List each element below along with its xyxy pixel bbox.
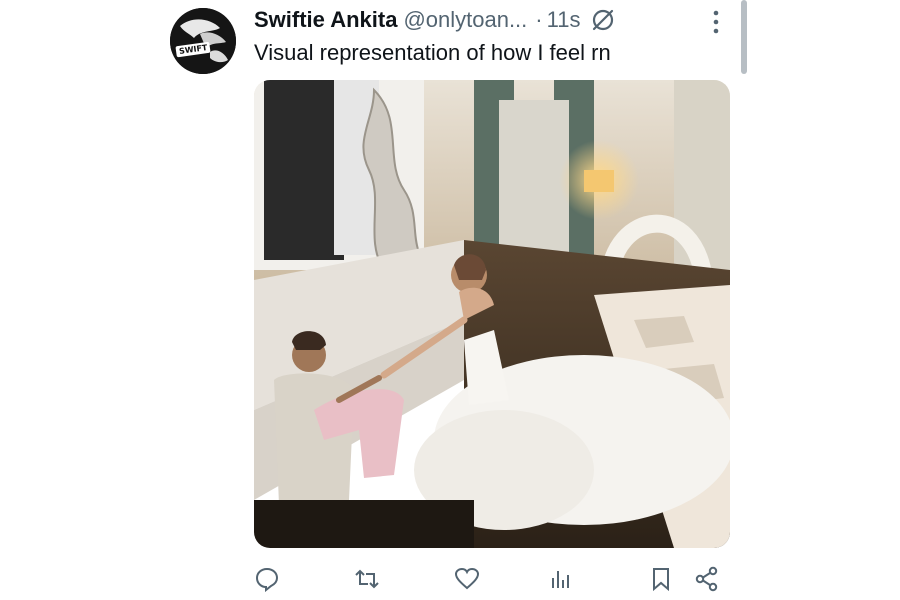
avatar[interactable]: SWIFT (170, 8, 236, 74)
user-handle[interactable]: @onlytoan... (403, 7, 527, 33)
tweet-media-photo[interactable] (254, 80, 730, 548)
bookmark-icon[interactable] (648, 566, 674, 592)
share-icon[interactable] (694, 566, 720, 592)
reply-icon[interactable] (254, 566, 280, 592)
muted-notifications-icon (593, 9, 614, 31)
avatar-image (170, 8, 236, 74)
tweet-header: Swiftie Ankita @onlytoan... · 11s (254, 5, 616, 35)
scrollbar[interactable] (741, 0, 747, 74)
display-name[interactable]: Swiftie Ankita (254, 7, 397, 33)
timestamp[interactable]: 11s (547, 7, 581, 33)
retweet-icon[interactable] (354, 566, 380, 592)
like-icon[interactable] (454, 566, 480, 592)
more-options-icon[interactable] (708, 8, 724, 36)
views-icon[interactable] (548, 566, 574, 592)
tweet-action-bar (0, 560, 900, 600)
separator-dot: · (535, 7, 543, 32)
tweet-text: Visual representation of how I feel rn (254, 40, 611, 65)
photo-illustration (254, 80, 730, 548)
